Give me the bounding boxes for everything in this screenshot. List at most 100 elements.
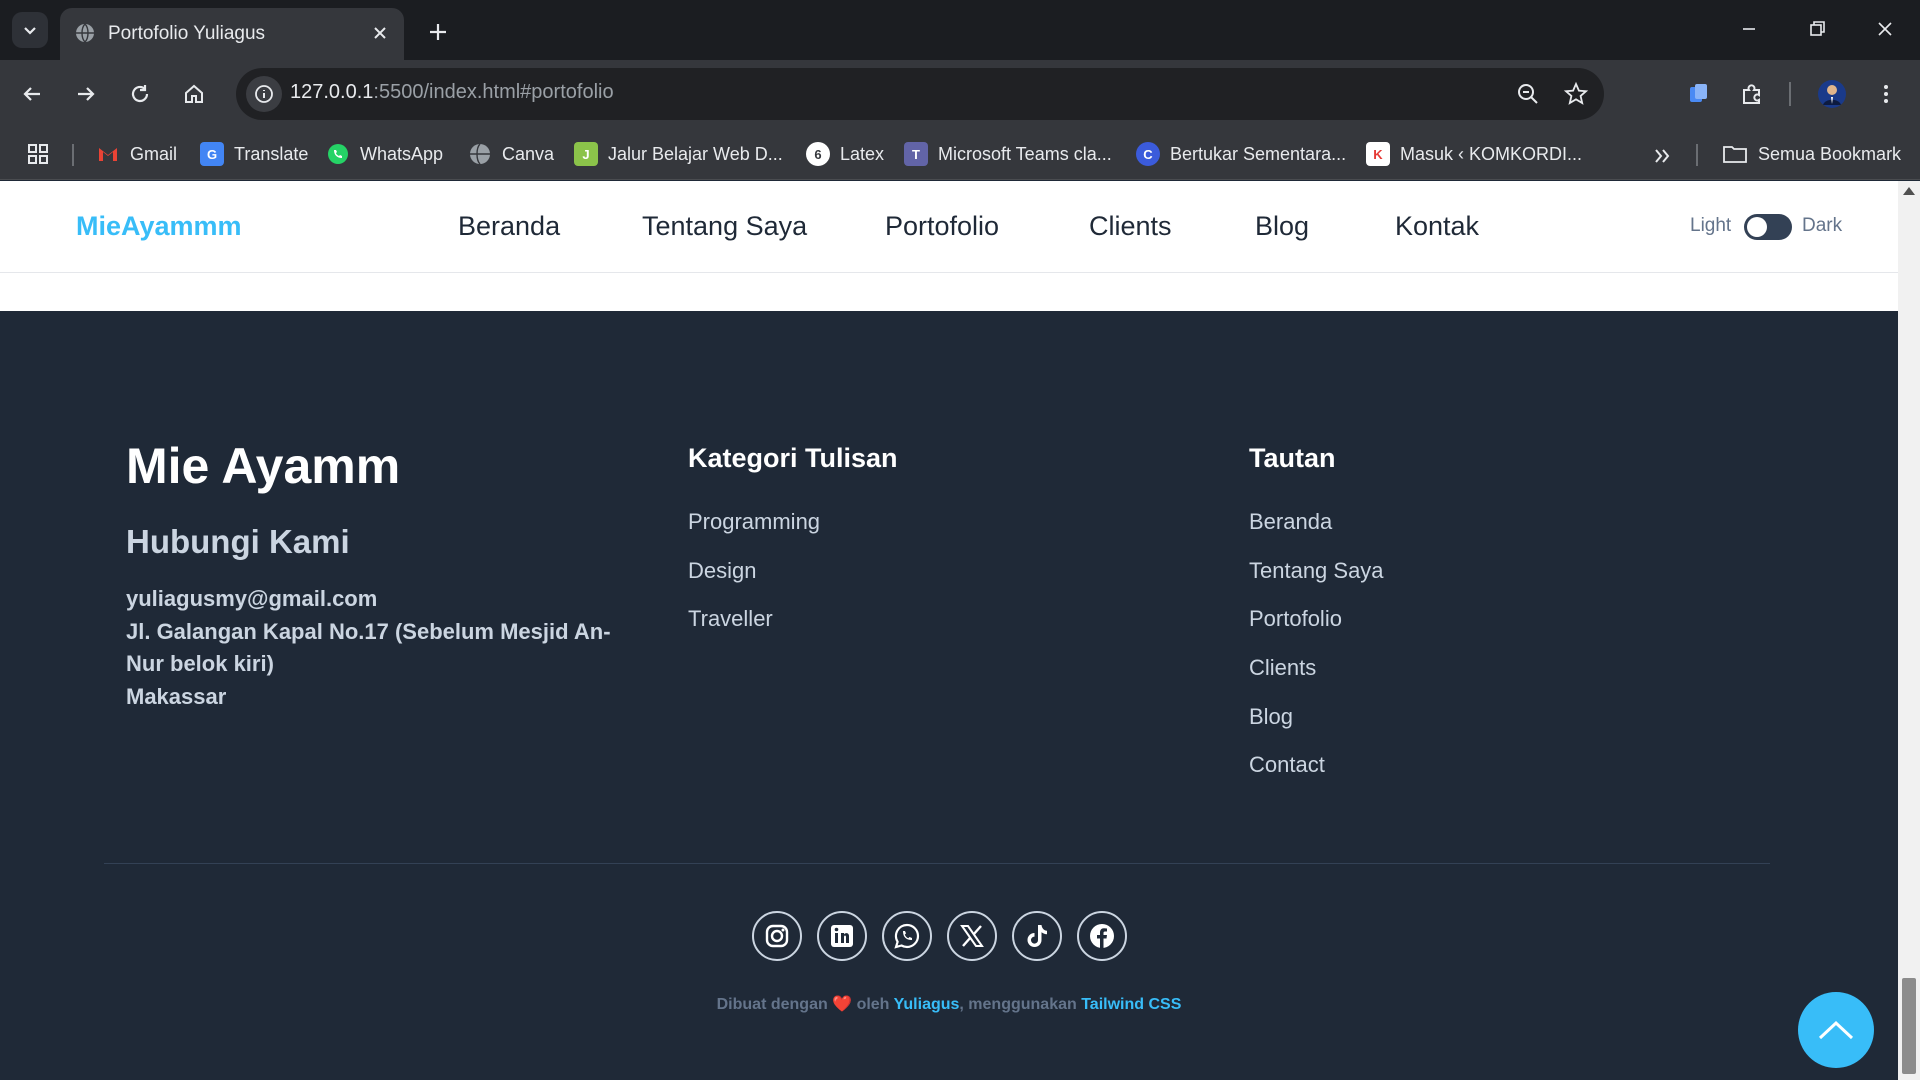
copy-extension-icon [1690,84,1707,102]
nav-link-kontak[interactable]: Kontak [1395,211,1479,242]
minimize-icon[interactable] [1734,14,1764,44]
contact-email: yuliagusmy@gmail.com [126,586,378,611]
url-path: :5500/index.html#portofolio [373,81,614,103]
section-end [0,273,1898,311]
url-text[interactable]: 127.0.0.1:5500/index.html#portofolio [290,81,614,104]
toggle-knob [1747,217,1767,237]
toggle-switch[interactable] [1744,214,1792,240]
browser-toolbar: 127.0.0.1:5500/index.html#portofolio [0,60,1920,128]
bookmarks-divider [72,144,74,166]
reload-button[interactable] [122,76,158,112]
bookmark-teams[interactable]: T Microsoft Teams cla... [904,138,1112,170]
bookmark-bertukar[interactable]: C Bertukar Sementara... [1136,138,1346,170]
linkedin-link[interactable] [817,911,867,961]
facebook-link[interactable] [1077,911,1127,961]
bookmarks-divider [1696,144,1698,166]
credit-prefix: Dibuat dengan [716,996,828,1013]
globe-icon [470,143,490,165]
bookmark-label: Translate [234,143,309,164]
bookmark-gmail[interactable]: Gmail [96,138,177,170]
footer-link-beranda[interactable]: Beranda [1249,509,1332,535]
category-link-design[interactable]: Design [688,558,756,584]
extensions-menu-button[interactable] [1734,76,1770,112]
contact-address: Jl. Galangan Kapal No.17 (Sebelum Mesjid… [126,619,611,676]
teams-icon: T [904,142,928,166]
all-bookmarks-folder[interactable]: Semua Bookmark [1722,138,1901,170]
learning-path-icon: J [574,142,598,166]
puzzle-icon [1743,84,1760,104]
bookmark-komkordi[interactable]: K Masuk ‹ KOMKORDI... [1366,138,1582,170]
bookmark-whatsapp[interactable]: WhatsApp [326,138,443,170]
extension-button[interactable] [1680,76,1716,112]
tab-search-button[interactable] [12,12,48,48]
toolbar-divider [1789,82,1791,106]
back-button[interactable] [14,76,50,112]
whatsapp-link[interactable] [882,911,932,961]
footer-link-portofolio[interactable]: Portofolio [1249,606,1342,632]
categories-title: Kategori Tulisan [688,443,898,473]
komkordi-icon: K [1366,142,1390,166]
category-link-traveller[interactable]: Traveller [688,606,773,632]
author-link[interactable]: Yuliagus [894,996,960,1013]
bookmark-label: Masuk ‹ KOMKORDI... [1400,143,1583,164]
bookmark-label: Jalur Belajar Web D... [608,143,783,164]
tailwind-link[interactable]: Tailwind CSS [1081,996,1181,1013]
translate-icon: G [200,142,224,166]
credit-by: oleh [856,996,890,1013]
credit-using: , menggunakan [959,996,1077,1013]
arrow-right-icon [78,87,95,101]
gmail-icon [99,148,117,161]
tiktok-link[interactable] [1012,911,1062,961]
facebook-icon [1090,924,1114,948]
footer-brand: Mie Ayamm [126,438,401,494]
close-window-icon[interactable] [1870,14,1900,44]
new-tab-icon[interactable] [422,16,454,48]
browser-menu-button[interactable] [1868,76,1904,112]
apps-grid-icon[interactable] [26,142,50,166]
dark-mode-toggle[interactable]: Light Dark [1690,211,1850,243]
chevron-up-icon [1818,1020,1854,1040]
bookmark-jalur-belajar[interactable]: J Jalur Belajar Web D... [574,138,783,170]
restore-icon[interactable] [1802,14,1832,44]
bookmark-canva[interactable]: Canva [468,138,554,170]
site-brand-link[interactable]: MieAyammm [76,211,242,242]
nav-link-blog[interactable]: Blog [1255,211,1309,242]
bookmark-latex[interactable]: 6 Latex [806,138,884,170]
scroll-thumb[interactable] [1902,978,1916,1074]
home-icon [185,84,203,103]
nav-link-portofolio[interactable]: Portofolio [885,211,999,242]
page-scrollbar[interactable] [1898,181,1920,1080]
profile-button[interactable] [1814,76,1850,112]
whatsapp-icon [328,144,348,164]
nav-link-beranda[interactable]: Beranda [458,211,560,242]
x-twitter-link[interactable] [947,911,997,961]
scroll-up-arrow[interactable] [1903,187,1915,195]
instagram-link[interactable] [752,911,802,961]
links-title: Tautan [1249,443,1336,473]
site-info-button[interactable] [246,76,282,112]
category-link-programming[interactable]: Programming [688,509,820,535]
whatsapp-icon [894,923,920,949]
back-to-top-button[interactable] [1798,992,1874,1068]
home-button[interactable] [176,76,212,112]
toggle-light-label: Light [1690,215,1732,236]
footer-link-blog[interactable]: Blog [1249,704,1293,730]
address-bar[interactable]: 127.0.0.1:5500/index.html#portofolio [236,68,1604,120]
latex-icon: 6 [806,142,830,166]
bookmark-star-icon[interactable] [1562,80,1590,108]
active-tab[interactable]: Portofolio Yuliagus [60,8,404,60]
arrow-left-icon [23,87,40,101]
nav-link-clients[interactable]: Clients [1089,211,1172,242]
chevron-double-right-icon[interactable] [1650,144,1674,168]
footer-link-contact[interactable]: Contact [1249,752,1325,778]
footer-link-clients[interactable]: Clients [1249,655,1316,681]
footer-link-tentang-saya[interactable]: Tentang Saya [1249,558,1384,584]
nav-link-tentang-saya[interactable]: Tentang Saya [642,211,807,242]
forward-button[interactable] [68,76,104,112]
bookmark-translate[interactable]: G Translate [200,138,308,170]
url-host: 127.0.0.1 [290,81,374,103]
zoom-icon[interactable] [1514,80,1542,108]
bookmark-label: Microsoft Teams cla... [938,143,1112,164]
close-tab-icon[interactable] [368,21,392,45]
site-header: MieAyammm Beranda Tentang Saya Portofoli… [0,181,1898,273]
